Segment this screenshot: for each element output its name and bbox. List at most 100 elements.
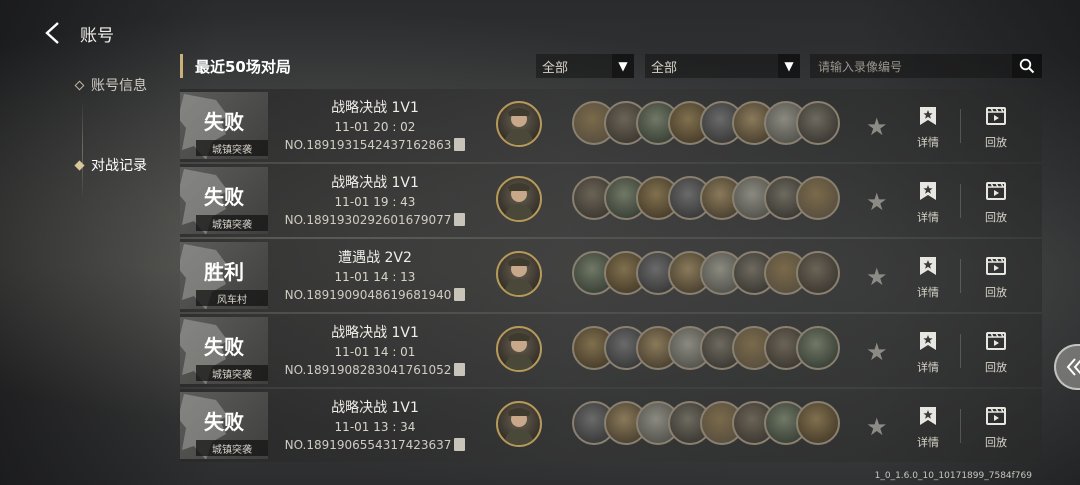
detail-label: 详情	[917, 436, 939, 449]
sidebar-item-label: 账号信息	[91, 78, 147, 94]
caret-down-icon: ▼	[612, 54, 634, 78]
map-name: 城镇突袭	[196, 140, 268, 156]
search-button[interactable]	[1012, 54, 1042, 78]
filter-dropdown-value: 全部	[651, 60, 678, 76]
match-list: 失败 城镇突袭 战略决战 1V1 11-01 20 : 02 NO.189193…	[180, 89, 1042, 464]
detail-button[interactable]: 详情	[908, 405, 948, 450]
sidebar: 账号信息 对战记录	[74, 70, 176, 230]
side-drawer-tab[interactable]	[1054, 344, 1080, 390]
match-id: NO.1891906554317423637	[280, 436, 470, 454]
copy-icon[interactable]	[454, 363, 466, 376]
commander-avatar	[496, 176, 542, 222]
match-info: 遭遇战 2V2 11-01 14 : 13 NO.189190904861968…	[280, 248, 470, 304]
match-id-text: NO.1891931542437162863	[284, 137, 452, 152]
match-mode: 战略决战 1V1	[331, 324, 419, 341]
filter-dropdown-1[interactable]: 全部 ▼	[536, 54, 634, 78]
commander-portrait-icon	[504, 408, 534, 445]
replay-film-icon	[986, 182, 1006, 200]
unit-lineup	[572, 251, 840, 295]
match-row[interactable]: 失败 城镇突袭 战略决战 1V1 11-01 13 : 34 NO.189190…	[180, 389, 1042, 462]
favorite-star-icon[interactable]: ★	[866, 263, 888, 291]
filter-dropdown-2[interactable]: 全部 ▼	[645, 54, 800, 78]
replay-label: 回放	[985, 136, 1007, 149]
match-info: 战略决战 1V1 11-01 14 : 01 NO.18919082830417…	[280, 323, 470, 379]
commander-portrait-icon	[504, 333, 534, 370]
action-divider	[960, 409, 961, 443]
map-name: 城镇突袭	[196, 440, 268, 456]
match-mode: 战略决战 1V1	[331, 399, 419, 416]
replay-label: 回放	[985, 211, 1007, 224]
sidebar-item-account-info[interactable]: 账号信息	[74, 70, 176, 100]
map-name: 城镇突袭	[196, 365, 268, 381]
detail-button[interactable]: 详情	[908, 330, 948, 375]
detail-button[interactable]: 详情	[908, 180, 948, 225]
replay-button[interactable]: 回放	[976, 180, 1016, 225]
unit-card-icon	[796, 251, 840, 295]
page-title: 账号	[80, 25, 114, 46]
sidebar-item-label: 对战记录	[91, 158, 147, 174]
match-row[interactable]: 失败 城镇突袭 战略决战 1V1 11-01 20 : 02 NO.189193…	[180, 89, 1042, 162]
replay-search-input[interactable]: 请输入录像编号	[810, 54, 1042, 78]
replay-film-icon	[986, 332, 1006, 350]
match-id-text: NO.1891909048619681940	[284, 287, 452, 302]
action-divider	[960, 184, 961, 218]
match-row[interactable]: 失败 城镇突袭 战略决战 1V1 11-01 14 : 01 NO.189190…	[180, 314, 1042, 387]
unit-lineup	[572, 326, 840, 370]
match-result: 失败	[204, 185, 244, 209]
match-id: NO.1891930292601679077	[280, 211, 470, 229]
favorite-star-icon[interactable]: ★	[866, 338, 888, 366]
commander-avatar	[496, 251, 542, 297]
match-row[interactable]: 胜利 风车村 遭遇战 2V2 11-01 14 : 13 NO.18919090…	[180, 239, 1042, 312]
match-id-text: NO.1891908283041761052	[284, 362, 452, 377]
list-header: 最近50场对局 全部 ▼ 全部 ▼ 请输入录像编号	[180, 52, 1042, 80]
unit-lineup	[572, 401, 840, 445]
double-chevron-left-icon	[1066, 358, 1080, 376]
replay-button[interactable]: 回放	[976, 105, 1016, 150]
copy-icon[interactable]	[454, 288, 466, 301]
match-id: NO.1891931542437162863	[280, 136, 470, 154]
commander-portrait-icon	[504, 258, 534, 295]
match-row[interactable]: 失败 城镇突袭 战略决战 1V1 11-01 19 : 43 NO.189193…	[180, 164, 1042, 237]
unit-card-icon	[796, 101, 840, 145]
detail-label: 详情	[917, 211, 939, 224]
copy-icon[interactable]	[454, 438, 466, 451]
favorite-star-icon[interactable]: ★	[866, 113, 888, 141]
result-panel: 失败 城镇突袭	[180, 167, 268, 234]
unit-card-icon	[796, 176, 840, 220]
search-placeholder: 请输入录像编号	[818, 59, 903, 74]
back-arrow-icon[interactable]	[40, 20, 66, 46]
action-divider	[960, 259, 961, 293]
action-divider	[960, 109, 961, 143]
detail-label: 详情	[917, 136, 939, 149]
copy-icon[interactable]	[454, 213, 466, 226]
favorite-star-icon[interactable]: ★	[866, 413, 888, 441]
sidebar-item-battle-records[interactable]: 对战记录	[74, 150, 176, 180]
commander-avatar	[496, 401, 542, 447]
diamond-bullet-icon	[74, 80, 85, 90]
match-time: 11-01 19 : 43	[334, 194, 416, 209]
favorite-star-icon[interactable]: ★	[866, 188, 888, 216]
result-panel: 失败 城镇突袭	[180, 392, 268, 459]
match-time: 11-01 20 : 02	[334, 119, 416, 134]
copy-icon[interactable]	[454, 138, 466, 151]
filter-dropdown-value: 全部	[542, 60, 569, 76]
search-icon	[1019, 58, 1035, 74]
action-divider	[960, 334, 961, 368]
detail-button[interactable]: 详情	[908, 255, 948, 300]
match-result: 胜利	[204, 260, 244, 284]
list-title: 最近50场对局	[195, 57, 291, 76]
match-info: 战略决战 1V1 11-01 13 : 34 NO.18919065543174…	[280, 398, 470, 454]
replay-button[interactable]: 回放	[976, 330, 1016, 375]
bookmark-star-icon	[920, 407, 936, 425]
match-id-text: NO.1891906554317423637	[284, 437, 452, 452]
replay-label: 回放	[985, 436, 1007, 449]
top-bar: 账号	[40, 20, 114, 46]
replay-button[interactable]: 回放	[976, 405, 1016, 450]
bookmark-star-icon	[920, 107, 936, 125]
match-time: 11-01 14 : 13	[334, 269, 416, 284]
replay-button[interactable]: 回放	[976, 255, 1016, 300]
match-result: 失败	[204, 335, 244, 359]
detail-button[interactable]: 详情	[908, 105, 948, 150]
replay-film-icon	[986, 407, 1006, 425]
commander-avatar	[496, 326, 542, 372]
